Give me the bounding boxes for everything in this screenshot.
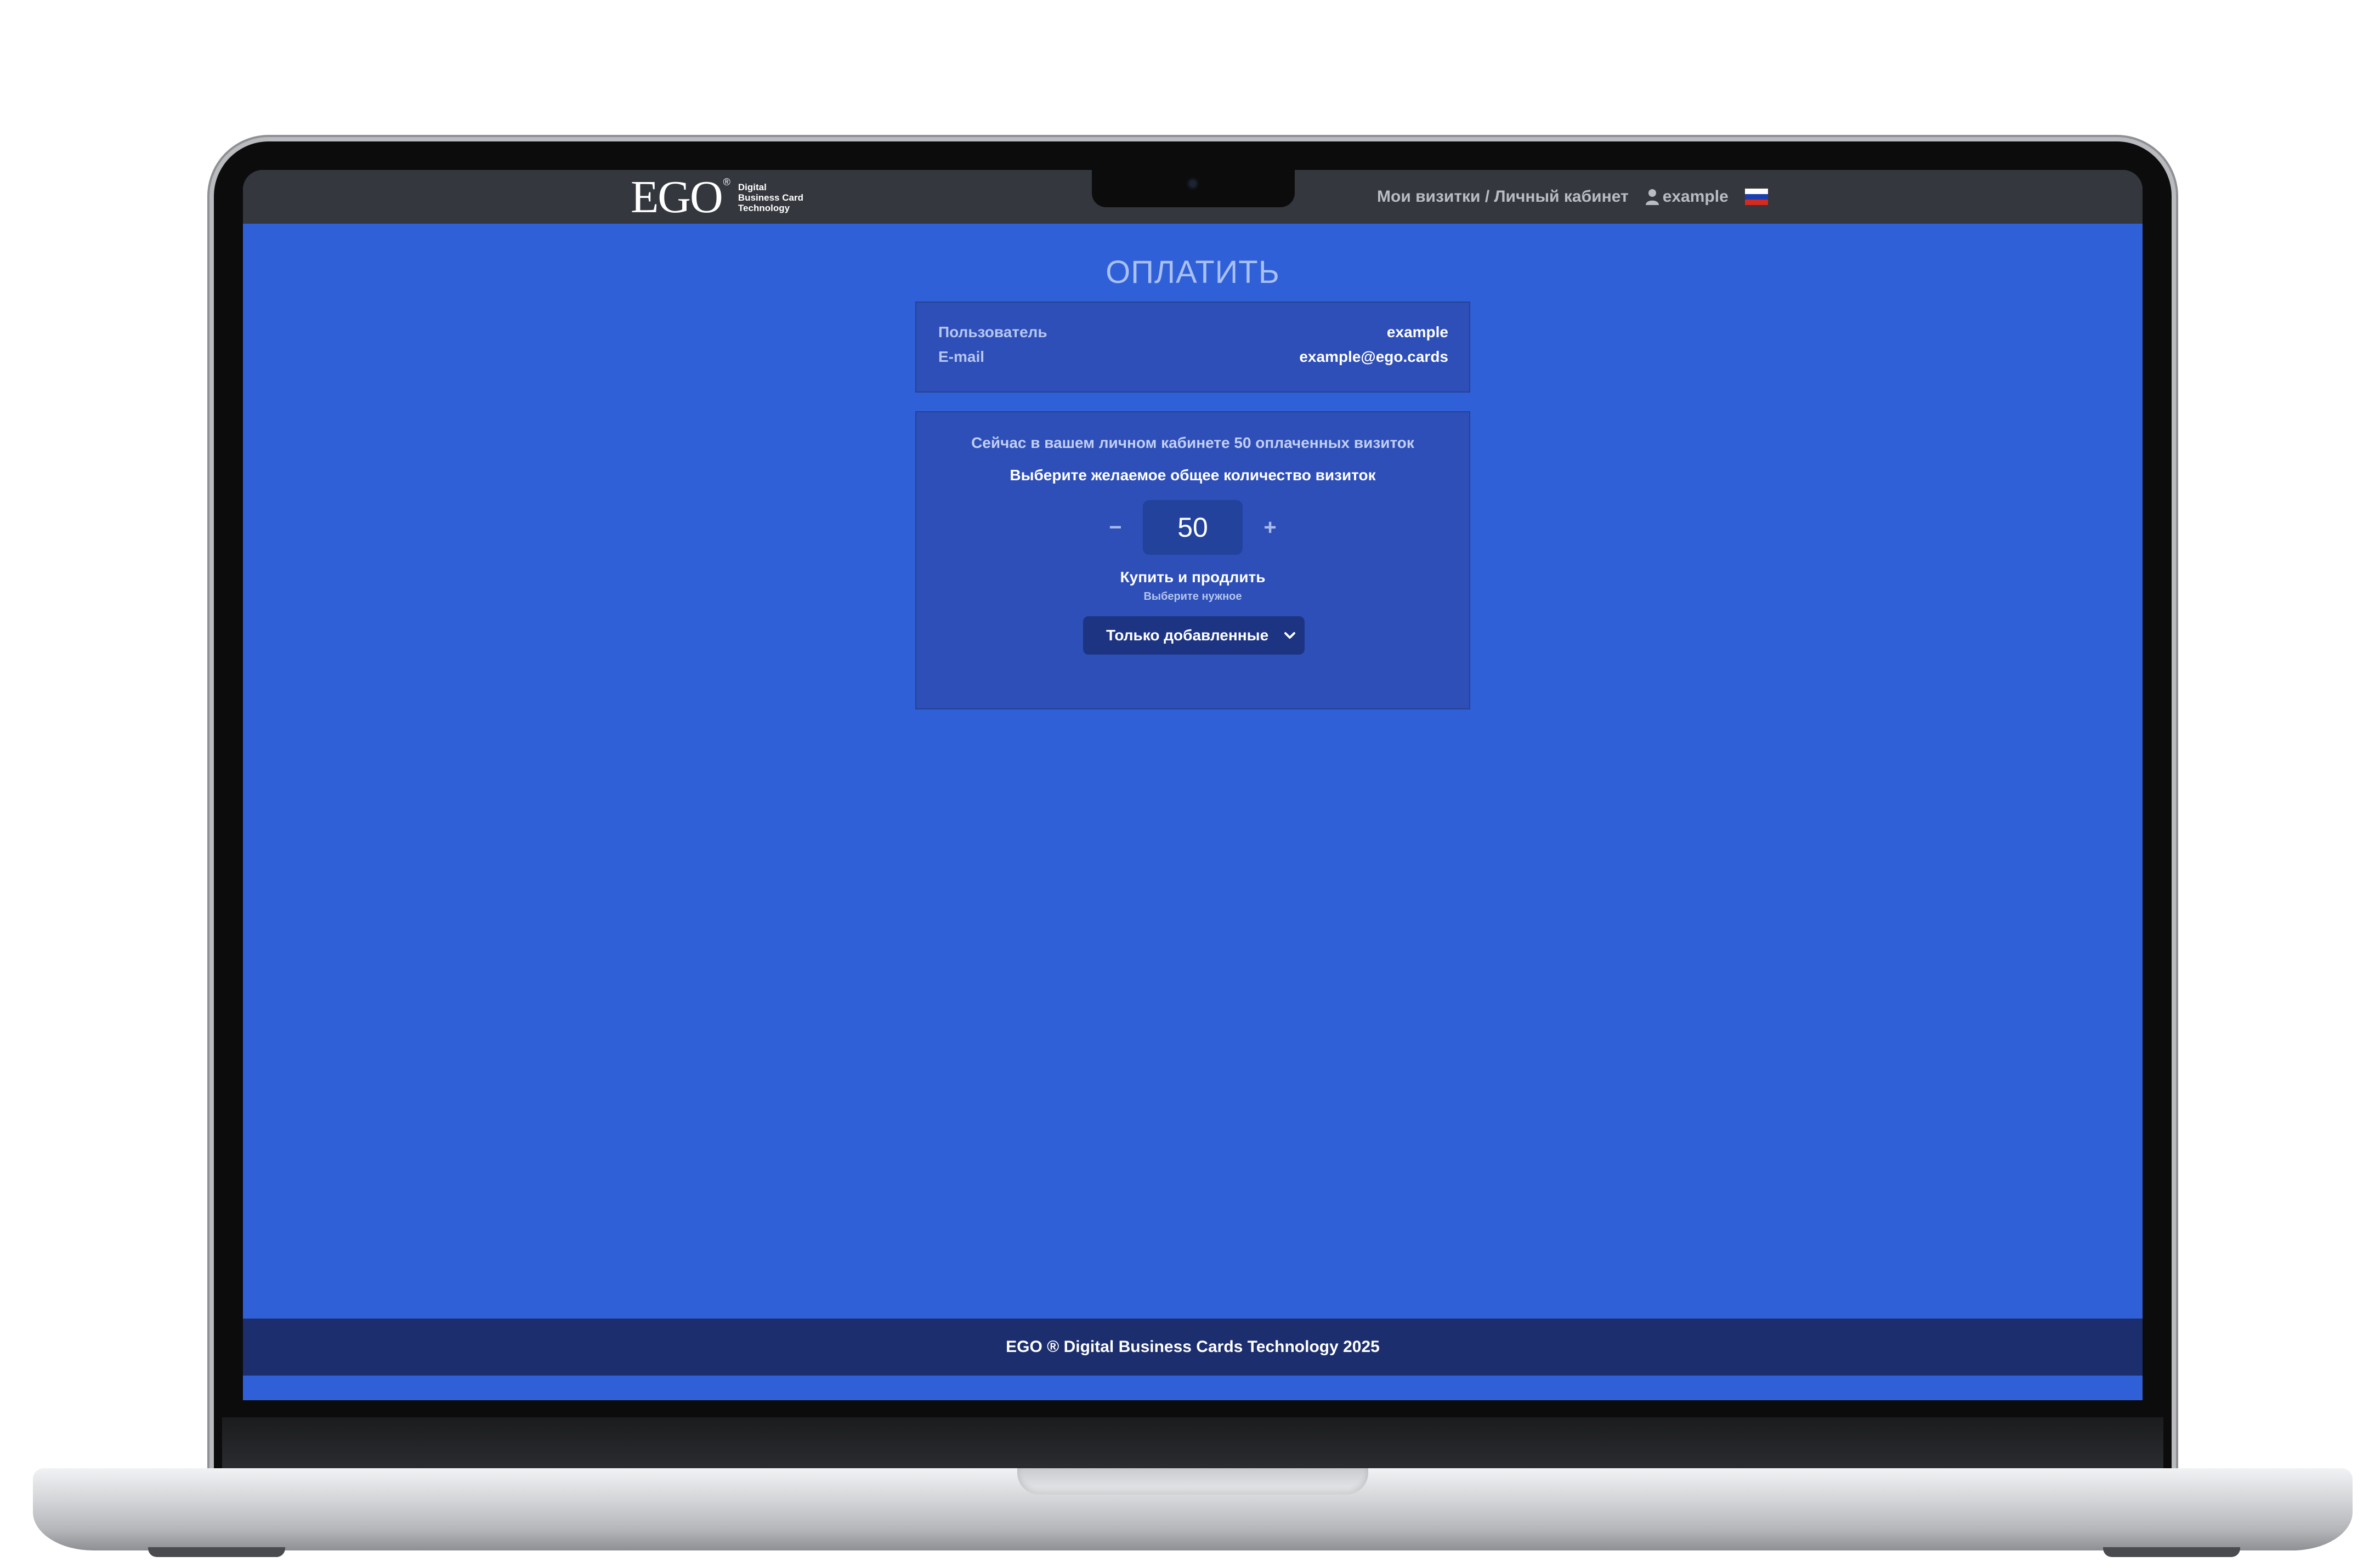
user-value: example <box>1386 323 1448 340</box>
purchase-card: Сейчас в вашем личном кабинете 50 оплаче… <box>915 411 1470 709</box>
quantity-stepper: − 50 + <box>916 500 1469 555</box>
camera-icon <box>1187 178 1199 190</box>
my-cards-link[interactable]: Мои визитки / Личный кабинет <box>1377 188 1629 206</box>
nav-right: Мои визитки / Личный кабинет example <box>1377 170 1768 224</box>
increment-button[interactable]: + <box>1254 515 1287 540</box>
page-title: ОПЛАТИТЬ <box>1106 254 1280 290</box>
purchase-option-select[interactable]: Только добавленные <box>1083 616 1305 655</box>
laptop-hinge <box>222 1417 2163 1469</box>
buy-extend-label: Купить и продлить <box>1120 569 1266 586</box>
username-label: example <box>1662 188 1729 206</box>
footer-copyright: EGO ® Digital Business Cards Technology … <box>1006 1338 1380 1356</box>
user-icon <box>1645 189 1659 205</box>
logo-tagline-line-3: Technology <box>738 202 790 213</box>
select-value: Только добавленные <box>1106 627 1269 644</box>
email-label: E-mail <box>938 348 985 365</box>
laptop-foot-left <box>148 1547 285 1557</box>
screen: EGO ® Digital Business Card Technology М… <box>243 170 2143 1400</box>
email-row: E-mail example@ego.cards <box>938 348 1448 366</box>
buy-hint-text: Выберите нужное <box>1143 590 1242 603</box>
choose-quantity-text: Выберите желаемое общее количество визит… <box>1010 467 1376 484</box>
user-menu[interactable]: example <box>1645 188 1729 206</box>
email-value: example@ego.cards <box>1299 348 1448 365</box>
logo-wordmark: EGO <box>631 172 723 223</box>
footer: EGO ® Digital Business Cards Technology … <box>243 1319 2143 1376</box>
logo-tagline: Digital Business Card Technology <box>738 182 803 213</box>
ru-flag-icon[interactable] <box>1744 189 1768 205</box>
user-info-card: Пользователь example E-mail example@ego.… <box>915 302 1470 393</box>
user-label: Пользователь <box>938 323 1047 340</box>
current-cards-text: Сейчас в вашем личном кабинете 50 оплаче… <box>971 434 1414 451</box>
laptop-opening-notch <box>1017 1468 1368 1495</box>
logo-tagline-line-2: Business Card <box>738 192 803 203</box>
chevron-down-icon <box>1284 632 1295 639</box>
user-row: Пользователь example <box>938 323 1448 341</box>
logo-tagline-line-1: Digital <box>738 181 767 192</box>
ego-logo[interactable]: EGO ® Digital Business Card Technology <box>631 172 803 223</box>
quantity-input[interactable]: 50 <box>1143 500 1243 555</box>
decrement-button[interactable]: − <box>1099 515 1132 540</box>
laptop-foot-right <box>2103 1547 2240 1557</box>
camera-notch <box>1092 170 1295 207</box>
logo-registered-mark: ® <box>723 176 730 188</box>
